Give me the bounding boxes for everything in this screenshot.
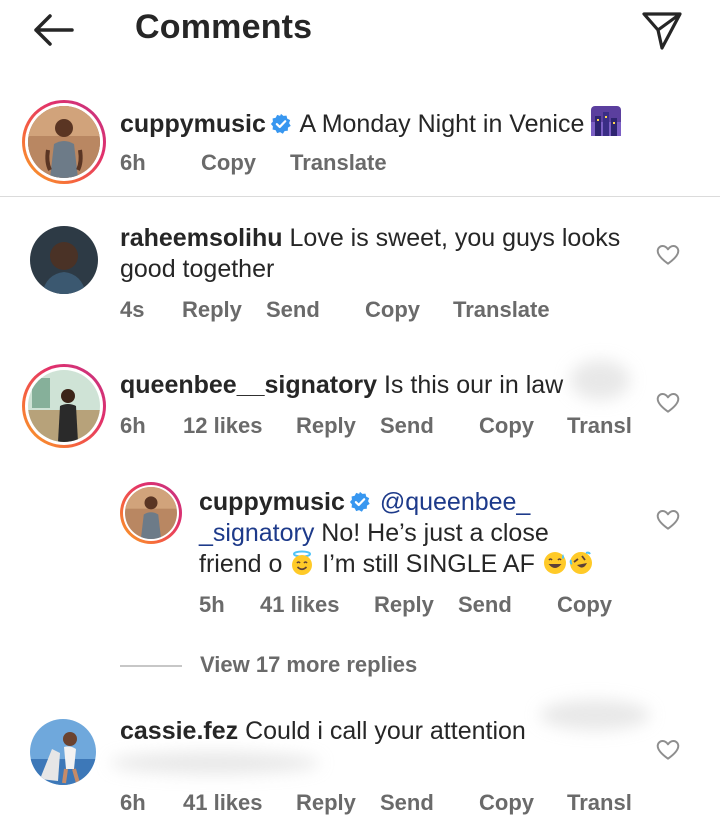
verified-badge-icon (270, 113, 291, 134)
comment-text: raheemsolihu Love is sweet, you guys loo… (120, 223, 640, 285)
copy-button[interactable]: Copy (557, 592, 612, 618)
divider (0, 196, 720, 197)
comment-body: Could i call your attention (245, 717, 526, 745)
comment-meta: 6h 12 likes Reply Send Copy Transl (120, 413, 640, 443)
reply-body-line3: friend o (199, 550, 283, 578)
reply-body: No! He’s just a close (314, 519, 549, 547)
caption-username[interactable]: cuppymusic (120, 110, 266, 138)
send-button[interactable]: Send (458, 592, 512, 618)
mention-link-continued[interactable]: _signatory (199, 519, 314, 547)
likes-count[interactable]: 12 likes (183, 413, 263, 439)
verified-badge-icon (349, 491, 370, 512)
caption-text: cuppymusic A Monday Night in Venice (120, 106, 622, 140)
comment-body: Is this our in law (383, 371, 564, 399)
copy-button[interactable]: Copy (479, 413, 534, 439)
comment-body: Love is sweet, you guys looks (289, 224, 621, 252)
comment-body-line2: good together (120, 255, 275, 283)
send-button[interactable]: Send (380, 413, 434, 439)
reply-body-line3b: I’m still SINGLE AF (322, 550, 535, 578)
reply-meta: 5h 41 likes Reply Send Copy (199, 592, 639, 622)
comment-username[interactable]: raheemsolihu (120, 224, 283, 252)
blur-mark (570, 360, 630, 400)
blur-mark (540, 700, 650, 730)
like-heart-icon[interactable] (655, 242, 681, 268)
comment-text: cassie.fez Could i call your attention (120, 716, 526, 747)
reply-username[interactable]: cuppymusic (199, 488, 345, 516)
reply-button[interactable]: Reply (296, 413, 356, 439)
likes-count[interactable]: 41 likes (260, 592, 340, 618)
share-button[interactable] (638, 6, 686, 54)
comment-time: 6h (120, 413, 146, 438)
grinning-sweat-emoji (543, 552, 566, 574)
comment-meta: 6h 41 likes Reply Send Copy Transl (120, 790, 640, 820)
halo-smile-emoji (292, 550, 313, 575)
copy-button[interactable]: Copy (479, 790, 534, 816)
like-heart-icon[interactable] (655, 390, 681, 416)
comment-username[interactable]: cassie.fez (120, 717, 238, 745)
queenbee-avatar-image (28, 370, 100, 442)
cuppymusic-avatar-image (28, 106, 100, 178)
caption-body: A Monday Night in Venice (299, 110, 585, 138)
cassie-avatar-image (30, 719, 96, 785)
reply-avatar[interactable] (120, 482, 182, 544)
reply-time: 5h (199, 592, 225, 617)
reply-button[interactable]: Reply (296, 790, 356, 816)
view-replies-line (120, 665, 182, 667)
copy-button[interactable]: Copy (365, 297, 420, 323)
mention-link[interactable]: @queenbee_ (380, 488, 531, 516)
comment-avatar[interactable] (22, 364, 106, 448)
raheemsolihu-avatar-image (30, 226, 98, 294)
comment-avatar[interactable] (30, 719, 96, 785)
translate-button[interactable]: Translate (290, 150, 387, 176)
paper-plane-icon (642, 12, 682, 50)
reply-button[interactable]: Reply (182, 297, 242, 323)
copy-button[interactable]: Copy (201, 150, 256, 176)
likes-count[interactable]: 41 likes (183, 790, 263, 816)
like-heart-icon[interactable] (655, 507, 681, 533)
arrow-left-icon (34, 14, 74, 46)
comment-avatar[interactable] (30, 226, 98, 294)
night-city-emoji (591, 106, 622, 136)
like-heart-icon[interactable] (655, 737, 681, 763)
translate-button[interactable]: Transl (567, 790, 632, 816)
translate-button[interactable]: Transl (567, 413, 632, 439)
cuppymusic-avatar-image (125, 487, 177, 539)
comment-meta: 4s Reply Send Copy Translate (120, 297, 640, 327)
back-button[interactable] (28, 8, 78, 52)
comment-time: 4s (120, 297, 145, 322)
send-button[interactable]: Send (266, 297, 320, 323)
caption-avatar[interactable] (22, 100, 106, 184)
send-button[interactable]: Send (380, 790, 434, 816)
view-more-replies-button[interactable]: View 17 more replies (200, 652, 417, 678)
caption-time: 6h (120, 150, 146, 175)
rolling-laughing-emoji (569, 551, 592, 574)
blur-mark (110, 752, 320, 774)
reply-button[interactable]: Reply (374, 592, 434, 618)
caption-meta: 6h Copy Translate (120, 150, 520, 180)
comment-username[interactable]: queenbee__signatory (120, 371, 377, 399)
translate-button[interactable]: Translate (453, 297, 550, 323)
reply-text: cuppymusic @queenbee_ _signatory No! He’… (199, 487, 639, 580)
comment-time: 6h (120, 790, 146, 815)
page-title: Comments (135, 8, 313, 46)
comment-text: queenbee__signatory Is this our in law (120, 370, 563, 401)
